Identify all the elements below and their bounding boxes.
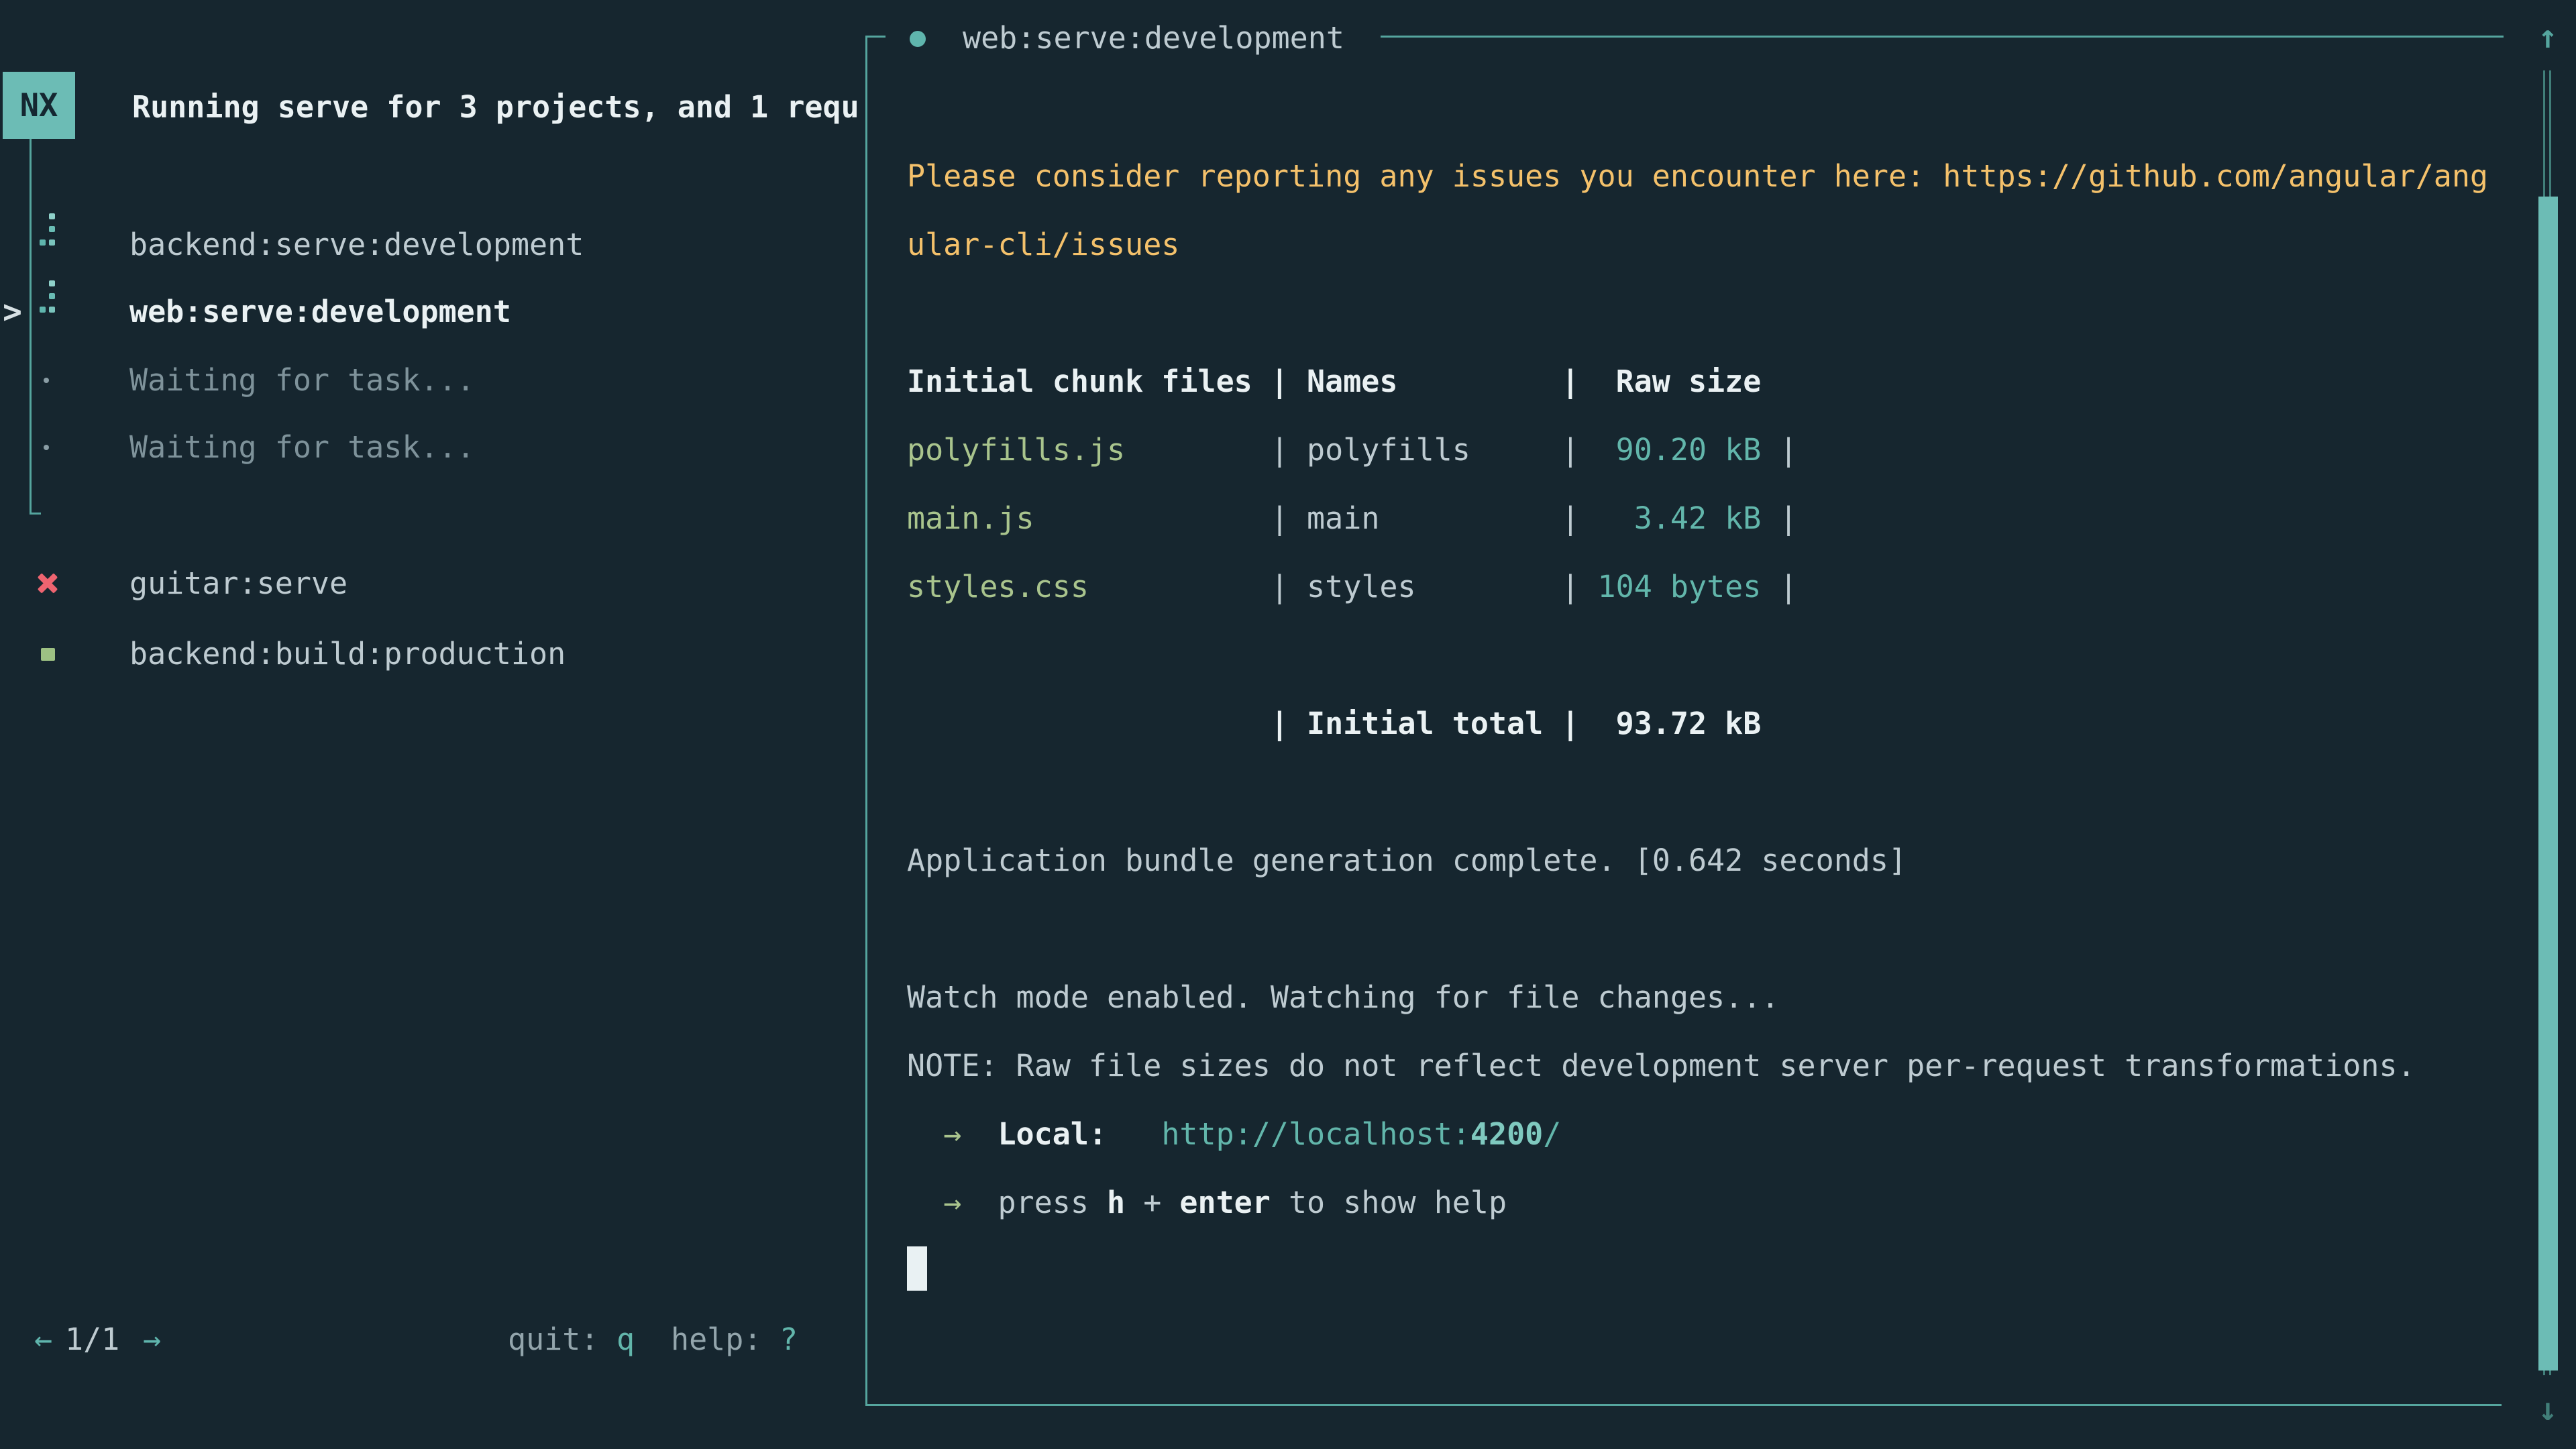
panel-border-top [1381, 36, 2504, 38]
previous-page-button[interactable]: ← [34, 1305, 52, 1374]
task-label: Waiting for task... [129, 413, 475, 482]
task-label: backend:build:production [129, 620, 566, 688]
terminal-line: Initial chunk files | Names | Raw size [907, 347, 2488, 416]
terminal-cursor [907, 1246, 927, 1291]
terminal-line: → Local: http://localhost:4200/ [907, 1100, 2488, 1169]
next-page-button[interactable]: → [143, 1305, 161, 1374]
terminal-line: main.js | main | 3.42 kB | [907, 484, 2488, 553]
help-key: ? [780, 1305, 798, 1374]
scroll-down-icon[interactable]: ↓ [2529, 1375, 2567, 1444]
sidebar-header: Running serve for 3 projects, and 1 requ [132, 73, 859, 142]
running-status-bullet-icon [910, 31, 926, 47]
panel-title: web:serve:development [963, 4, 1344, 72]
terminal-line: | Initial total | 93.72 kB [907, 690, 2488, 758]
terminal-line [907, 758, 2488, 826]
pending-dot-icon [35, 346, 62, 415]
scroll-up-icon[interactable]: ↑ [2529, 3, 2567, 71]
help-hint-label: help: [671, 1305, 761, 1374]
panel-border-top-stub [865, 36, 885, 38]
task-label: guitar:serve [129, 549, 347, 618]
terminal-line: Please consider reporting any issues you… [907, 142, 2488, 211]
quit-hint-label: quit: [508, 1305, 598, 1374]
local-url[interactable]: http://localhost: [1161, 1116, 1470, 1152]
spinner-icon [35, 278, 62, 346]
nx-terminal-ui: NX Running serve for 3 projects, and 1 r… [0, 0, 2576, 1449]
sidebar-task-web-serve-development[interactable]: web:serve:development [0, 278, 862, 346]
terminal-line: Watch mode enabled. Watching for file ch… [907, 963, 2488, 1032]
scrollbar-thumb[interactable] [2538, 197, 2558, 1371]
terminal-line: styles.css | styles | 104 bytes | [907, 553, 2488, 621]
panel-border-left [865, 36, 867, 1406]
terminal-line: → press h + enter to show help [907, 1169, 2488, 1237]
sidebar-task-waiting-for-task[interactable]: Waiting for task... [0, 413, 862, 482]
spinner-icon [35, 211, 62, 279]
task-label: web:serve:development [129, 278, 511, 346]
task-tree-corner [30, 513, 41, 515]
panel-border-bottom [865, 1404, 2502, 1406]
terminal-output: Please consider reporting any issues you… [907, 142, 2488, 1237]
quit-key: q [616, 1305, 635, 1374]
sidebar-task-backend-serve-development[interactable]: backend:serve:development [0, 211, 862, 279]
sidebar-task-backend-build-production[interactable]: backend:build:production [0, 620, 862, 688]
local-url-port[interactable]: 4200 [1470, 1116, 1543, 1152]
terminal-line: NOTE: Raw file sizes do not reflect deve… [907, 1032, 2488, 1100]
terminal-line: Application bundle generation complete. … [907, 826, 2488, 895]
terminal-line: polyfills.js | polyfills | 90.20 kB | [907, 416, 2488, 484]
page-indicator: 1/1 [65, 1305, 119, 1374]
pending-dot-icon [35, 413, 62, 482]
task-label: backend:serve:development [129, 211, 584, 279]
failed-x-icon [35, 549, 62, 618]
sidebar-task-waiting-for-task[interactable]: Waiting for task... [0, 346, 862, 415]
nx-logo: NX [3, 72, 75, 139]
task-label: Waiting for task... [129, 346, 475, 415]
success-square-icon [35, 620, 62, 688]
terminal-line: ular-cli/issues [907, 211, 2488, 279]
terminal-line [907, 895, 2488, 963]
terminal-line [907, 279, 2488, 347]
sidebar-task-guitar-serve[interactable]: guitar:serve [0, 549, 862, 618]
terminal-line [907, 621, 2488, 690]
